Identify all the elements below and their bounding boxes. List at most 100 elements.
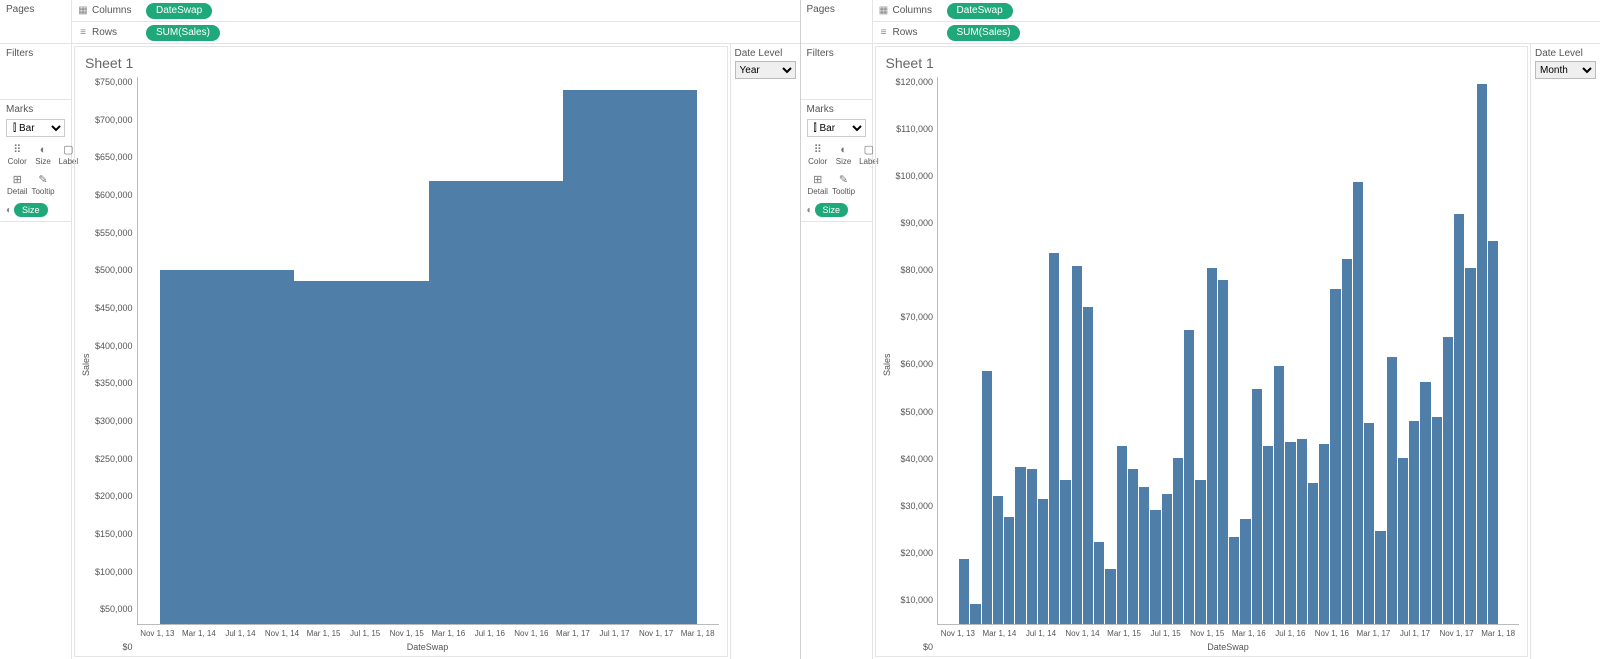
bar[interactable]	[1443, 337, 1453, 624]
bar[interactable]	[1409, 421, 1419, 624]
columns-pill-dateswap[interactable]: DateSwap	[947, 3, 1013, 19]
bar[interactable]	[993, 496, 1003, 624]
bar[interactable]	[1027, 469, 1037, 624]
rows-shelf[interactable]: ≡Rows SUM(Sales)	[72, 22, 800, 44]
bar[interactable]	[1319, 444, 1329, 624]
plot-area[interactable]	[137, 77, 719, 625]
columns-shelf[interactable]: ▦ Columns DateSwap	[873, 0, 1600, 22]
filters-panel[interactable]: Filters	[801, 44, 872, 100]
bar[interactable]	[1015, 467, 1025, 624]
mark-size-button[interactable]: ◐Size	[30, 141, 55, 169]
size-icon: ◐	[6, 205, 12, 216]
date-level-select[interactable]: Month	[1535, 61, 1596, 79]
bar[interactable]	[1488, 241, 1498, 624]
bar[interactable]	[1465, 268, 1475, 624]
columns-label: Columns	[893, 5, 932, 16]
bar[interactable]	[1454, 214, 1464, 624]
marks-size-pill[interactable]: Size	[815, 203, 849, 217]
bar[interactable]	[1004, 517, 1014, 624]
bar[interactable]	[1072, 266, 1082, 624]
bar[interactable]	[1364, 423, 1374, 624]
bar[interactable]	[1150, 510, 1160, 624]
bar[interactable]	[1330, 289, 1340, 624]
bar[interactable]	[982, 371, 992, 624]
bar[interactable]	[1252, 389, 1262, 624]
bar[interactable]	[1240, 519, 1250, 624]
y-axis: $750,000$700,000$650,000$600,000$550,000…	[93, 77, 137, 652]
bar[interactable]	[959, 559, 969, 624]
mark-size-button[interactable]: ◐Size	[831, 141, 856, 169]
mark-color-button[interactable]: ⠿Color	[6, 141, 28, 169]
x-axis: Nov 1, 13Mar 1, 14Jul 1, 14Nov 1, 14Mar …	[937, 625, 1519, 638]
bar[interactable]	[1117, 446, 1127, 624]
bar[interactable]	[1420, 382, 1430, 624]
marks-type-select[interactable]: ⫿ Bar	[6, 119, 65, 137]
rows-shelf[interactable]: ≡Rows SUM(Sales)	[873, 22, 1600, 44]
date-level-label: Date Level	[1535, 48, 1596, 59]
mark-tooltip-button[interactable]: ✎Tooltip	[30, 171, 55, 199]
bar[interactable]	[970, 604, 980, 625]
mark-detail-button[interactable]: ⊞Detail	[6, 171, 28, 199]
bar[interactable]	[1477, 84, 1487, 624]
y-axis-label: Sales	[880, 77, 894, 652]
rows-icon: ≡	[78, 27, 88, 38]
columns-shelf[interactable]: ▦Columns DateSwap	[72, 0, 800, 22]
bar[interactable]	[429, 181, 563, 624]
bar[interactable]	[1285, 442, 1295, 624]
bar[interactable]	[1207, 268, 1217, 624]
rows-icon: ≡	[879, 27, 889, 38]
bar[interactable]	[1195, 480, 1205, 624]
color-icon: ⠿	[814, 145, 822, 156]
bar[interactable]	[1060, 480, 1070, 624]
bar[interactable]	[563, 90, 697, 624]
bar[interactable]	[1297, 439, 1307, 624]
plot-area[interactable]	[937, 77, 1519, 625]
x-axis-label: DateSwap	[137, 638, 719, 652]
bar[interactable]	[1308, 483, 1318, 624]
bar[interactable]	[1049, 253, 1059, 625]
bar[interactable]	[1162, 494, 1172, 624]
rows-pill-sumsales[interactable]: SUM(Sales)	[146, 25, 220, 41]
date-level-select[interactable]: Year	[735, 61, 796, 79]
bar[interactable]	[1342, 259, 1352, 624]
y-axis: $120,000$110,000$100,000$90,000$80,000$7…	[894, 77, 938, 652]
size-icon: ◐	[807, 205, 813, 216]
bar[interactable]	[1083, 307, 1093, 624]
pane-left: Pages ▦Columns DateSwap ≡Rows SUM(Sales)…	[0, 0, 801, 659]
bar[interactable]	[1387, 357, 1397, 624]
bar[interactable]	[1263, 446, 1273, 624]
bar[interactable]	[1375, 531, 1385, 624]
bar[interactable]	[1173, 458, 1183, 624]
date-level-control: Date Level Month	[1530, 44, 1600, 659]
rows-pill-sumsales[interactable]: SUM(Sales)	[947, 25, 1021, 41]
bar[interactable]	[1139, 487, 1149, 624]
mark-detail-button[interactable]: ⊞Detail	[807, 171, 829, 199]
marks-panel: Marks ⫿ Bar ⠿Color ◐Size ▢Label ⊞Detail …	[0, 100, 71, 222]
bar[interactable]	[1274, 366, 1284, 624]
columns-icon: ▦	[879, 5, 889, 16]
bar[interactable]	[1128, 469, 1138, 624]
bar[interactable]	[294, 281, 428, 624]
columns-pill-dateswap[interactable]: DateSwap	[146, 3, 212, 19]
mark-color-button[interactable]: ⠿Color	[807, 141, 829, 169]
bar[interactable]	[1398, 458, 1408, 624]
bar[interactable]	[1038, 499, 1048, 624]
tooltip-icon: ✎	[839, 175, 848, 186]
marks-size-pill[interactable]: Size	[14, 203, 48, 217]
filters-panel[interactable]: Filters	[0, 44, 71, 100]
bar[interactable]	[1432, 417, 1442, 624]
marks-type-select[interactable]: ⫿ Bar	[807, 119, 866, 137]
bar[interactable]	[1229, 537, 1239, 624]
bar[interactable]	[1184, 330, 1194, 624]
columns-label: Columns	[92, 5, 131, 16]
bar[interactable]	[1353, 182, 1363, 624]
mark-tooltip-button[interactable]: ✎Tooltip	[831, 171, 856, 199]
pane-right: Pages ▦ Columns DateSwap ≡Rows SUM(Sales)…	[801, 0, 1600, 659]
bar[interactable]	[160, 270, 294, 624]
date-level-label: Date Level	[735, 48, 796, 59]
bar[interactable]	[1094, 542, 1104, 624]
tooltip-icon: ✎	[38, 175, 47, 186]
pages-panel: Pages	[801, 0, 873, 44]
bar[interactable]	[1218, 280, 1228, 624]
bar[interactable]	[1105, 569, 1115, 624]
